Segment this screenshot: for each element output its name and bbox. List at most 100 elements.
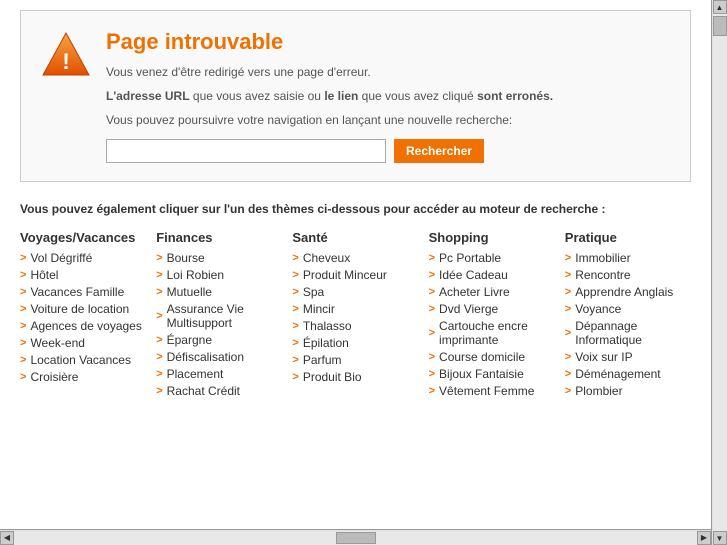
category-link-2-3[interactable]: > Mincir [292,302,418,316]
arrow-icon: > [565,303,571,315]
list-item: > Dépannage Informatique [565,319,691,347]
category-link-2-5[interactable]: > Épilation [292,336,418,350]
category-link-2-6[interactable]: > Parfum [292,353,418,367]
category-link-0-6[interactable]: > Location Vacances [20,353,146,367]
bold-end: sont erronés. [477,89,553,103]
list-item: > Produit Bio [292,370,418,384]
category-link-3-1[interactable]: > Idée Cadeau [429,268,555,282]
arrow-icon: > [292,269,298,281]
list-item: > Vêtement Femme [429,384,555,398]
list-item: > Cartouche encre imprimante [429,319,555,347]
scroll-left-arrow[interactable]: ◀ [0,531,14,545]
category-list-0: > Vol Dégriffé > Hôtel > Vacances Famille >… [20,251,146,384]
category-title-4: Pratique [565,230,691,245]
arrow-icon: > [565,351,571,363]
arrow-icon: > [156,385,162,397]
arrow-icon: > [156,286,162,298]
category-link-4-5[interactable]: > Voix sur IP [565,350,691,364]
arrow-icon: > [20,337,26,349]
error-content: Page introuvable Vous venez d'être redir… [106,29,553,163]
arrow-icon: > [20,303,26,315]
category-link-1-4[interactable]: > Épargne [156,333,282,347]
category-link-3-6[interactable]: > Bijoux Fantaisie [429,367,555,381]
search-button[interactable]: Rechercher [394,139,484,163]
category-link-3-0[interactable]: > Pc Portable [429,251,555,265]
scrollbar-bottom[interactable]: ◀ ▶ [0,529,711,545]
category-link-3-7[interactable]: > Vêtement Femme [429,384,555,398]
category-column-1: Finances> Bourse> Loi Robien> Mutuelle> … [156,230,282,401]
category-link-2-4[interactable]: > Thalasso [292,319,418,333]
category-link-4-7[interactable]: > Plombier [565,384,691,398]
arrow-icon: > [20,354,26,366]
error-box: ! Page introuvable Vous venez d'être red… [20,10,691,182]
url-label: L'adresse URL [106,89,190,103]
category-title-1: Finances [156,230,282,245]
list-item: > Bijoux Fantaisie [429,367,555,381]
list-item: > Rencontre [565,268,691,282]
category-title-0: Voyages/Vacances [20,230,146,245]
category-link-3-2[interactable]: > Acheter Livre [429,285,555,299]
scroll-thumb[interactable] [713,16,727,36]
list-item: > Vol Dégriffé [20,251,146,265]
arrow-icon: > [20,252,26,264]
category-link-4-6[interactable]: > Déménagement [565,367,691,381]
search-input[interactable] [106,139,386,163]
category-link-3-4[interactable]: > Cartouche encre imprimante [429,319,555,347]
arrow-icon: > [429,385,435,397]
category-link-0-2[interactable]: > Vacances Famille [20,285,146,299]
arrow-icon: > [565,385,571,397]
list-item: > Épilation [292,336,418,350]
list-item: > Thalasso [292,319,418,333]
error-url-message: L'adresse URL que vous avez saisie ou le… [106,87,553,105]
category-link-1-0[interactable]: > Bourse [156,251,282,265]
arrow-icon: > [429,252,435,264]
arrow-icon: > [292,303,298,315]
category-link-4-1[interactable]: > Rencontre [565,268,691,282]
scrollbar-right[interactable]: ▲ ▼ [711,0,727,545]
category-link-1-1[interactable]: > Loi Robien [156,268,282,282]
category-link-2-0[interactable]: > Cheveux [292,251,418,265]
scroll-down-arrow[interactable]: ▼ [713,531,727,545]
category-link-4-4[interactable]: > Dépannage Informatique [565,319,691,347]
category-link-3-3[interactable]: > Dvd Vierge [429,302,555,316]
category-link-1-3[interactable]: > Assurance Vie Multisupport [156,302,282,330]
category-link-0-1[interactable]: > Hôtel [20,268,146,282]
category-list-1: > Bourse > Loi Robien > Mutuelle > Assuranc… [156,251,282,398]
link-label: le lien [324,89,358,103]
category-link-2-7[interactable]: > Produit Bio [292,370,418,384]
arrow-icon: > [292,286,298,298]
category-link-1-5[interactable]: > Défiscalisation [156,350,282,364]
list-item: > Spa [292,285,418,299]
list-item: > Loi Robien [156,268,282,282]
arrow-icon: > [20,371,26,383]
arrow-icon: > [156,351,162,363]
category-link-1-7[interactable]: > Rachat Crédit [156,384,282,398]
scroll-up-arrow[interactable]: ▲ [713,0,727,14]
arrow-icon: > [429,286,435,298]
arrow-icon: > [20,269,26,281]
list-item: > Acheter Livre [429,285,555,299]
scroll-track [713,14,727,545]
category-link-0-4[interactable]: > Agences de voyages [20,319,146,333]
category-link-0-3[interactable]: > Voiture de location [20,302,146,316]
category-column-0: Voyages/Vacances> Vol Dégriffé> Hôtel> V… [20,230,146,401]
list-item: > Épargne [156,333,282,347]
scroll-right-arrow[interactable]: ▶ [697,531,711,545]
scroll-h-thumb[interactable] [336,532,376,544]
category-link-4-3[interactable]: > Voyance [565,302,691,316]
list-item: > Placement [156,367,282,381]
category-title-2: Santé [292,230,418,245]
category-link-4-0[interactable]: > Immobilier [565,251,691,265]
category-link-0-5[interactable]: > Week-end [20,336,146,350]
category-link-0-7[interactable]: > Croisière [20,370,146,384]
list-item: > Week-end [20,336,146,350]
category-link-1-6[interactable]: > Placement [156,367,282,381]
arrow-icon: > [429,269,435,281]
category-link-1-2[interactable]: > Mutuelle [156,285,282,299]
category-link-4-2[interactable]: > Apprendre Anglais [565,285,691,299]
category-link-0-0[interactable]: > Vol Dégriffé [20,251,146,265]
category-link-3-5[interactable]: > Course domicile [429,350,555,364]
category-link-2-1[interactable]: > Produit Minceur [292,268,418,282]
arrow-icon: > [565,327,571,339]
category-link-2-2[interactable]: > Spa [292,285,418,299]
